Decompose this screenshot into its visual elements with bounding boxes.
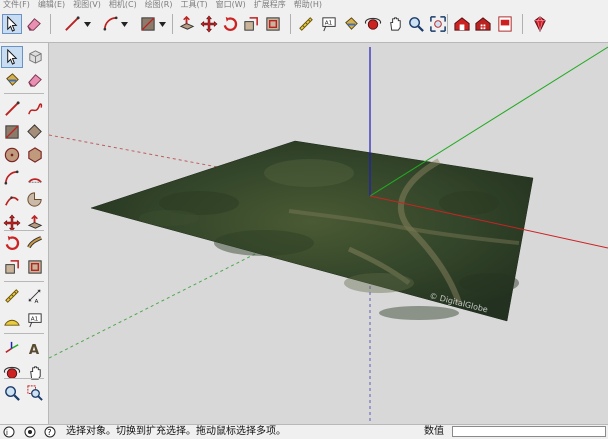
- svg-text:A1: A1: [31, 316, 39, 322]
- menu-item-5[interactable]: 工具(T): [178, 0, 213, 10]
- toolbar-separator: [4, 281, 44, 282]
- menu-item-2[interactable]: 视图(V): [70, 0, 106, 10]
- menu-item-6[interactable]: 窗口(W): [213, 0, 251, 10]
- push-pull-icon[interactable]: [177, 14, 197, 34]
- orbit-icon[interactable]: [363, 14, 383, 34]
- svg-text:A: A: [29, 343, 40, 358]
- help-icon[interactable]: ?: [44, 426, 56, 438]
- menu-item-3[interactable]: 相机(C): [106, 0, 142, 10]
- text-icon[interactable]: A1: [319, 14, 339, 34]
- svg-text:A: A: [35, 299, 39, 305]
- scale-icon[interactable]: [1, 256, 23, 278]
- dimension-icon[interactable]: A: [24, 285, 46, 307]
- dropdown-arrow-icon[interactable]: [121, 14, 128, 34]
- extension-warehouse-icon[interactable]: [473, 14, 493, 34]
- circle-icon[interactable]: [1, 144, 23, 166]
- model-viewport[interactable]: © DigitalGlobe: [49, 43, 608, 424]
- rotate-icon[interactable]: [1, 232, 23, 254]
- zoom-window-icon[interactable]: [24, 382, 46, 404]
- measurements-label: 数值: [424, 426, 444, 437]
- move-icon[interactable]: [199, 14, 219, 34]
- two-point-arc-icon[interactable]: [24, 167, 46, 189]
- credits-icon[interactable]: [24, 426, 36, 438]
- zoom-icon[interactable]: [1, 382, 23, 404]
- svg-text:A1: A1: [325, 20, 333, 26]
- text-icon[interactable]: A1: [24, 309, 46, 331]
- zoom-extents-icon[interactable]: [428, 14, 448, 34]
- geo-location-icon[interactable]: i: [3, 426, 15, 438]
- measurements-input[interactable]: [452, 426, 606, 437]
- offset-icon[interactable]: [263, 14, 283, 34]
- 3d-text-icon[interactable]: A: [24, 338, 46, 360]
- viewport-canvas[interactable]: © DigitalGlobe: [49, 43, 608, 424]
- toolbar-separator: [4, 333, 44, 334]
- tape-measure-icon[interactable]: [1, 285, 23, 307]
- pan-icon[interactable]: [385, 14, 405, 34]
- toolbar-separator: [4, 378, 44, 379]
- paint-bucket-icon[interactable]: [341, 14, 361, 34]
- scale-icon[interactable]: [241, 14, 261, 34]
- tape-measure-icon[interactable]: [296, 14, 316, 34]
- arc-icon[interactable]: [101, 14, 121, 34]
- offset-icon[interactable]: [24, 256, 46, 278]
- menu-item-1[interactable]: 编辑(E): [35, 0, 70, 10]
- three-point-arc-icon[interactable]: [1, 189, 23, 211]
- toolbar-separator: [50, 14, 51, 34]
- menu-item-4[interactable]: 绘图(R): [142, 0, 178, 10]
- protractor-icon[interactable]: [1, 309, 23, 331]
- toolbar-separator: [290, 14, 291, 34]
- zoom-icon[interactable]: [406, 14, 426, 34]
- pie-icon[interactable]: [24, 189, 46, 211]
- svg-text:?: ?: [47, 428, 51, 437]
- select-icon[interactable]: [2, 14, 22, 34]
- follow-me-icon[interactable]: [24, 232, 46, 254]
- orbit-icon[interactable]: [1, 362, 23, 384]
- menu-item-8[interactable]: 帮助(H): [291, 0, 327, 10]
- toolbar-separator: [4, 230, 44, 231]
- svg-text:i: i: [6, 429, 8, 437]
- left-toolbar: A A1 A: [0, 43, 49, 424]
- warehouse-icon[interactable]: [452, 14, 472, 34]
- arc-icon[interactable]: [1, 167, 23, 189]
- line-icon[interactable]: [62, 14, 82, 34]
- toolbar-separator: [522, 14, 523, 34]
- status-message: 选择对象。切换到扩充选择。拖动鼠标选择多项。: [66, 426, 286, 437]
- axes-icon[interactable]: [1, 338, 23, 360]
- ruby-console-icon[interactable]: [530, 14, 550, 34]
- polygon-icon[interactable]: [24, 144, 46, 166]
- rectangle-icon[interactable]: [138, 14, 158, 34]
- toolbar-separator: [172, 14, 173, 34]
- toolbar-separator: [447, 14, 448, 34]
- eraser-icon[interactable]: [24, 69, 46, 91]
- dropdown-arrow-icon[interactable]: [84, 14, 91, 34]
- menu-item-7[interactable]: 扩展程序: [251, 0, 291, 10]
- freehand-icon[interactable]: [24, 98, 46, 120]
- pan-icon[interactable]: [24, 362, 46, 384]
- line-icon[interactable]: [1, 98, 23, 120]
- paint-bucket-icon[interactable]: [1, 69, 23, 91]
- toolbar-separator: [4, 93, 44, 94]
- rotate-icon[interactable]: [220, 14, 240, 34]
- top-toolbar: A1: [0, 10, 608, 43]
- layout-icon[interactable]: [495, 14, 515, 34]
- select-icon[interactable]: [1, 46, 23, 68]
- menu-bar: 文件(F) 编辑(E) 视图(V) 相机(C) 绘图(R) 工具(T) 窗口(W) 扩展程序帮…: [0, 0, 608, 10]
- dropdown-arrow-icon[interactable]: [159, 14, 166, 34]
- rectangle-icon[interactable]: [1, 121, 23, 143]
- make-component-icon[interactable]: [24, 46, 46, 68]
- rotated-rectangle-icon[interactable]: [24, 121, 46, 143]
- menu-item-0[interactable]: 文件(F): [0, 0, 35, 10]
- eraser-icon[interactable]: [24, 14, 44, 34]
- status-bar: i ? 选择对象。切换到扩充选择。拖动鼠标选择多项。 数值: [0, 424, 608, 439]
